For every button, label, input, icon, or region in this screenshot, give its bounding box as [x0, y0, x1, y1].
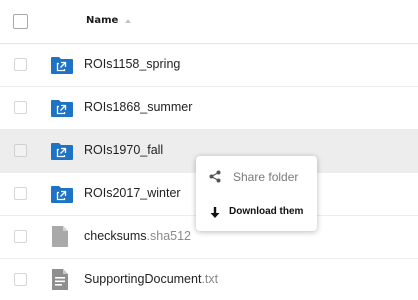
share-icon: [209, 170, 221, 183]
table-row[interactable]: ROIs1158_spring: [0, 44, 418, 87]
download-arrow-icon: [210, 207, 220, 218]
row-file-name[interactable]: ROIs1970_fall: [84, 143, 163, 157]
row-file-name[interactable]: checksums.sha512: [84, 229, 191, 243]
download-menu-item[interactable]: Download them: [196, 194, 317, 231]
row-checkbox[interactable]: [14, 101, 27, 114]
shared-folder-icon: [51, 57, 73, 74]
row-file-name[interactable]: ROIs1158_spring: [84, 57, 180, 71]
text-file-icon: [52, 269, 68, 290]
shared-folder-icon: [51, 100, 73, 117]
table-row[interactable]: ROIs1868_summer: [0, 87, 418, 130]
row-checkbox[interactable]: [14, 230, 27, 243]
row-checkbox[interactable]: [14, 144, 27, 157]
row-checkbox[interactable]: [14, 187, 27, 200]
row-checkbox[interactable]: [14, 58, 27, 71]
row-file-name[interactable]: SupportingDocument.txt: [84, 272, 218, 286]
share-folder-label: Share folder: [233, 170, 299, 184]
share-folder-menu-item[interactable]: Share folder: [196, 158, 317, 195]
select-all-checkbox[interactable]: [13, 14, 28, 29]
file-list-table: Name ROIs1158_spring ROIs1868_summer ROI…: [0, 0, 418, 300]
shared-folder-icon: [51, 143, 73, 160]
row-file-name[interactable]: ROIs1868_summer: [84, 100, 192, 114]
table-header: Name: [0, 0, 418, 44]
sort-ascending-icon: [125, 19, 132, 23]
context-menu: Share folder Download them: [196, 156, 317, 231]
download-label: Download them: [229, 206, 304, 217]
table-row[interactable]: SupportingDocument.txt: [0, 259, 418, 300]
name-column-header[interactable]: Name: [86, 15, 132, 26]
row-checkbox[interactable]: [14, 273, 27, 286]
name-column-label: Name: [86, 15, 119, 26]
file-icon: [52, 226, 68, 247]
shared-folder-icon: [51, 186, 73, 203]
row-file-name[interactable]: ROIs2017_winter: [84, 186, 181, 200]
